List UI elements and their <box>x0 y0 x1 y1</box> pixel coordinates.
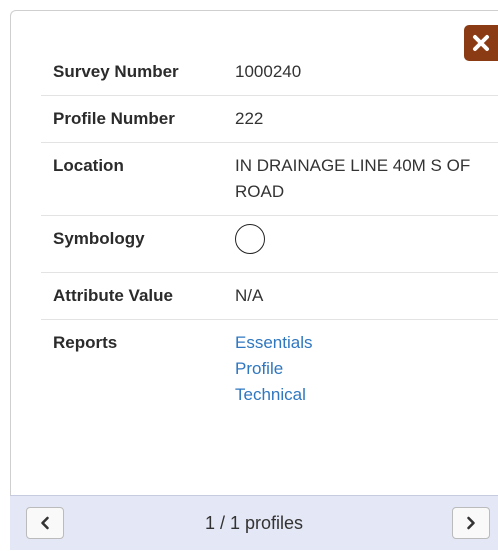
row-attribute-value: Attribute Value N/A <box>41 272 498 319</box>
attribute-value-label: Attribute Value <box>53 286 173 305</box>
pagination-footer: 1 / 1 profiles <box>10 495 498 550</box>
reports-links: Essentials Profile Technical <box>235 330 498 408</box>
survey-number-label: Survey Number <box>53 62 179 81</box>
location-label: Location <box>53 156 124 175</box>
symbology-label: Symbology <box>53 229 145 248</box>
next-button[interactable] <box>452 507 490 539</box>
feature-popup: Survey Number 1000240 Profile Number 222… <box>10 10 498 550</box>
previous-button[interactable] <box>26 507 64 539</box>
report-link-essentials[interactable]: Essentials <box>235 330 489 356</box>
row-survey-number: Survey Number 1000240 <box>41 49 498 95</box>
page-indicator: 1 / 1 profiles <box>204 513 304 533</box>
profile-number-label: Profile Number <box>53 109 175 128</box>
reports-label: Reports <box>53 333 118 352</box>
row-reports: Reports Essentials Profile Technical <box>41 319 498 418</box>
circle-symbol-icon <box>235 224 265 254</box>
report-link-technical[interactable]: Technical <box>235 382 489 408</box>
row-location: Location IN DRAINAGE LINE 40M S OF ROAD <box>41 142 498 215</box>
attribute-value-value: N/A <box>235 286 264 305</box>
attribute-table: Survey Number 1000240 Profile Number 222… <box>41 49 498 418</box>
chevron-left-icon <box>41 516 49 530</box>
row-symbology: Symbology <box>41 215 498 272</box>
survey-number-value: 1000240 <box>235 62 302 81</box>
chevron-right-icon <box>467 516 475 530</box>
row-profile-number: Profile Number 222 <box>41 95 498 142</box>
report-link-profile[interactable]: Profile <box>235 356 489 382</box>
profile-number-value: 222 <box>235 109 264 128</box>
location-value: IN DRAINAGE LINE 40M S OF ROAD <box>235 156 471 201</box>
